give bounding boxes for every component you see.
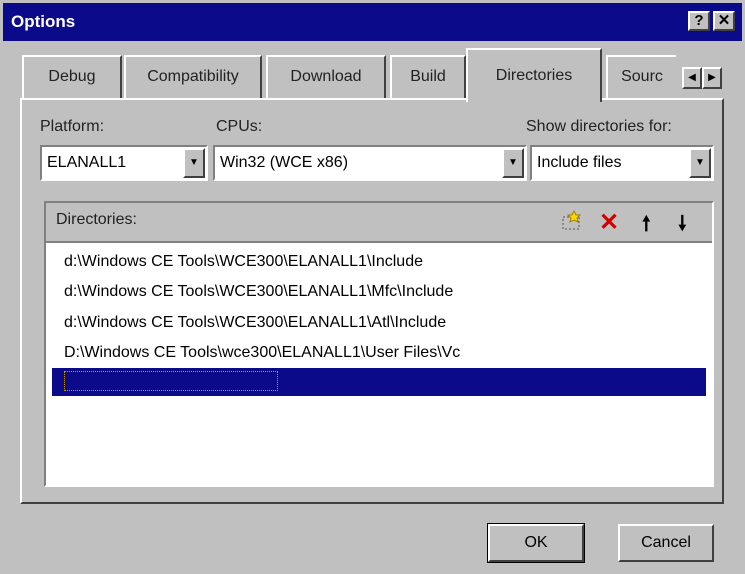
delete-icon[interactable]: ✕ (599, 208, 619, 237)
platform-label: Platform: (40, 118, 105, 135)
tab-debug[interactable]: Debug (22, 55, 122, 99)
platform-value: ELANALL1 (47, 154, 127, 171)
show-directories-label: Show directories for: (526, 118, 672, 135)
cpus-label: CPUs: (216, 118, 263, 135)
show-directories-value: Include files (537, 154, 622, 171)
tab-scroll-right-icon[interactable]: ▶ (702, 67, 722, 89)
new-directory-input[interactable] (64, 371, 278, 391)
platform-select[interactable]: ELANALL1 ▼ (40, 145, 208, 181)
directories-group: Directories: ✕ 🠕 🠗 d:\Windows CE Tools\W… (44, 201, 714, 487)
dialog-title: Options (11, 12, 76, 31)
list-item[interactable]: D:\Windows CE Tools\wce300\ELANALL1\User… (52, 339, 706, 367)
new-folder-icon[interactable] (560, 209, 584, 239)
close-button[interactable]: ✕ (713, 11, 735, 31)
cpus-value: Win32 (WCE x86) (220, 154, 349, 171)
move-up-icon[interactable]: 🠕 (642, 209, 651, 243)
tab-directories[interactable]: Directories (466, 48, 602, 102)
list-item[interactable]: d:\Windows CE Tools\WCE300\ELANALL1\Mfc\… (52, 278, 706, 306)
chevron-down-icon[interactable]: ▼ (689, 148, 711, 178)
title-bar[interactable]: Options ? ✕ (3, 3, 742, 41)
move-down-icon[interactable]: 🠗 (678, 209, 687, 243)
tab-source[interactable]: Sourc (606, 55, 676, 99)
ok-button[interactable]: OK (487, 523, 585, 563)
cancel-button[interactable]: Cancel (618, 524, 714, 562)
directories-list[interactable]: d:\Windows CE Tools\WCE300\ELANALL1\Incl… (46, 243, 712, 485)
list-item[interactable]: d:\Windows CE Tools\WCE300\ELANALL1\Atl\… (52, 309, 706, 337)
cpus-select[interactable]: Win32 (WCE x86) ▼ (213, 145, 527, 181)
options-dialog: Options ? ✕ Debug Compatibility Download… (0, 0, 745, 574)
chevron-down-icon[interactable]: ▼ (502, 148, 524, 178)
chevron-down-icon[interactable]: ▼ (183, 148, 205, 178)
help-button[interactable]: ? (688, 11, 710, 31)
list-item[interactable]: d:\Windows CE Tools\WCE300\ELANALL1\Incl… (52, 248, 706, 276)
directories-header: Directories: ✕ 🠕 🠗 (46, 203, 712, 243)
tab-scroll-left-icon[interactable]: ◀ (682, 67, 702, 89)
tab-download[interactable]: Download (266, 55, 386, 99)
list-item-new-entry[interactable] (52, 368, 706, 396)
tab-compatibility[interactable]: Compatibility (124, 55, 262, 99)
tab-build[interactable]: Build (390, 55, 466, 99)
directories-label: Directories: (56, 211, 137, 228)
show-directories-select[interactable]: Include files ▼ (530, 145, 714, 181)
